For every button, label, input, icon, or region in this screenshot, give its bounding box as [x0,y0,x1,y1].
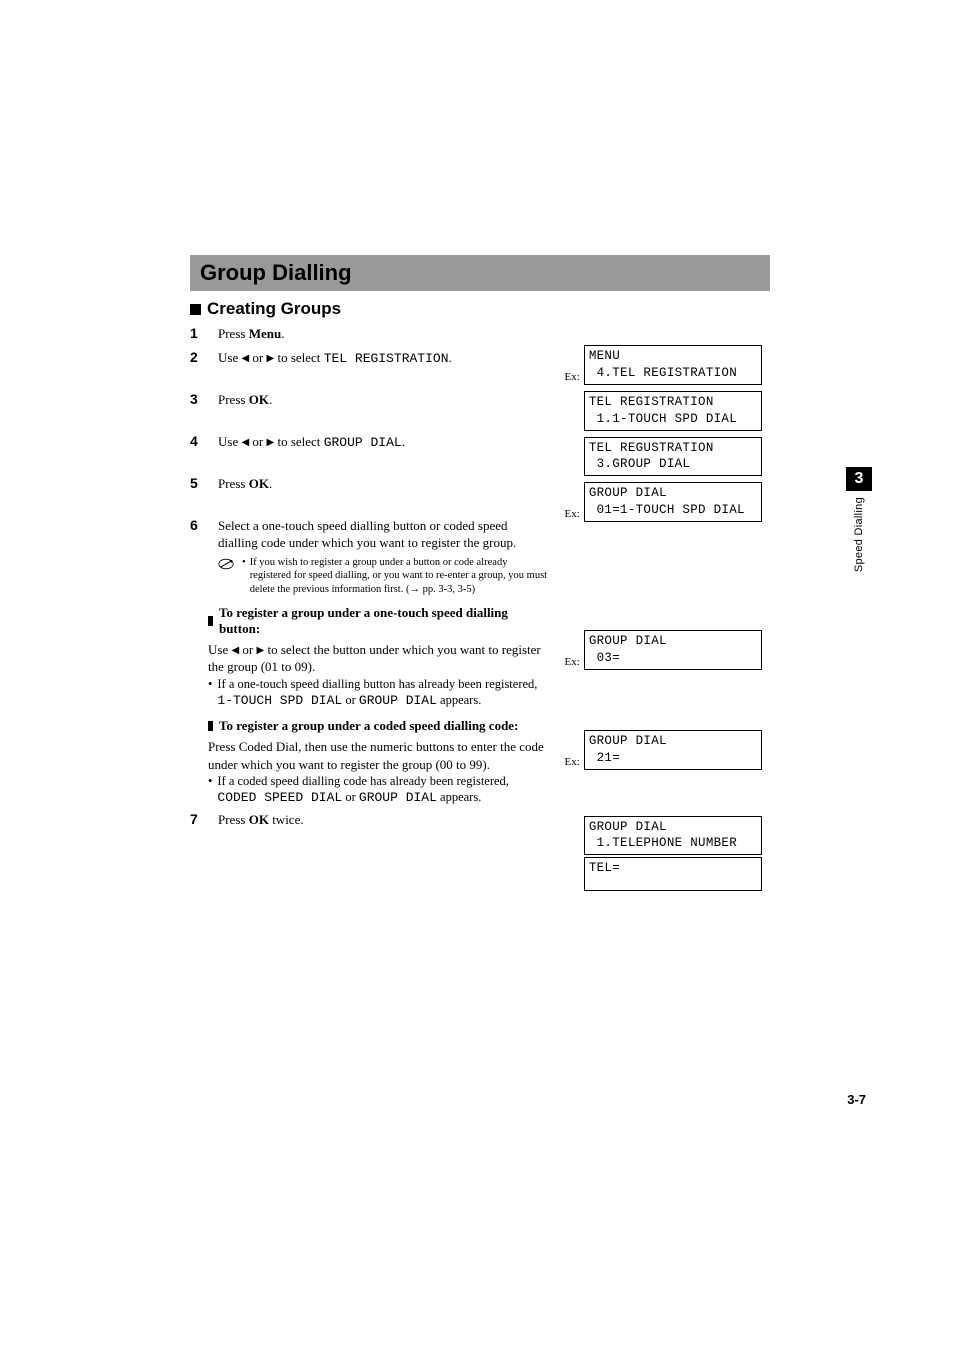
step-body: Press OK twice. [218,811,550,829]
page-number: 3-7 [847,1092,866,1107]
display-row: TEL REGUSTRATION 3.GROUP DIAL [562,437,762,477]
right-column: Ex: MENU 4.TEL REGISTRATION TEL REGISTRA… [562,325,762,897]
lcd-display: GROUP DIAL 1.TELEPHONE NUMBER [584,816,762,856]
lcd-display: MENU 4.TEL REGISTRATION [584,345,762,385]
lcd-display: GROUP DIAL 03= [584,630,762,670]
left-column: 1 Press Menu. 2 Use ◀ or ▶ to select TEL… [190,325,550,897]
step-1: 1 Press Menu. [190,325,550,343]
subheading-text: Creating Groups [207,299,341,319]
display-row: TEL= [562,857,762,891]
note-text: • If you wish to register a group under … [242,556,550,597]
lcd-display: GROUP DIAL 21= [584,730,762,770]
subsub-one-touch: To register a group under a one-touch sp… [208,605,550,637]
step-number: 2 [190,349,204,368]
note-row: • If you wish to register a group under … [218,556,550,597]
display-row: Ex: GROUP DIAL 03= [562,630,762,670]
sub-one-touch-body: Use ◀ or ▶ to select the button under wh… [208,641,550,710]
step-body: Press OK. [218,391,550,409]
square-bullet-icon [190,304,201,315]
half-block-icon [208,721,213,731]
step-number: 3 [190,391,204,409]
subsub-coded: To register a group under a coded speed … [208,718,550,734]
sub-coded-body: Press Coded Dial, then use the numeric b… [208,738,550,807]
chapter-label: Speed Dialling [853,497,865,572]
sub-bullet: • If a coded speed dialling code has alr… [208,773,550,807]
chapter-number-tab: 3 [846,467,872,491]
half-block-icon [208,616,213,626]
display-row: TEL REGISTRATION 1.1-TOUCH SPD DIAL [562,391,762,431]
step-body: Press OK. [218,475,550,493]
step-body: Use ◀ or ▶ to select TEL REGISTRATION. [218,349,550,368]
step-number: 5 [190,475,204,493]
ex-label: Ex: [562,371,580,385]
lcd-display: TEL REGISTRATION 1.1-TOUCH SPD DIAL [584,391,762,431]
step-body: Select a one-touch speed dialling button… [218,517,550,597]
display-row: GROUP DIAL 1.TELEPHONE NUMBER [562,816,762,856]
lcd-display: TEL REGUSTRATION 3.GROUP DIAL [584,437,762,477]
step-2: 2 Use ◀ or ▶ to select TEL REGISTRATION. [190,349,550,368]
subheading-row: Creating Groups [190,299,770,319]
lcd-display: GROUP DIAL 01=1-TOUCH SPD DIAL [584,482,762,522]
two-column-layout: 1 Press Menu. 2 Use ◀ or ▶ to select TEL… [190,325,770,897]
step-body: Press Menu. [218,325,550,343]
step-7: 7 Press OK twice. [190,811,550,829]
note-icon [218,558,234,570]
lcd-display: TEL= [584,857,762,891]
step-4: 4 Use ◀ or ▶ to select GROUP DIAL. [190,433,550,452]
page-content: Group Dialling Creating Groups 1 Press M… [190,255,770,897]
step-3: 3 Press OK. [190,391,550,409]
ex-label: Ex: [562,508,580,522]
step-number: 1 [190,325,204,343]
step-number: 4 [190,433,204,452]
step-number: 7 [190,811,204,829]
step-5: 5 Press OK. [190,475,550,493]
step-number: 6 [190,517,204,597]
display-row: Ex: GROUP DIAL 01=1-TOUCH SPD DIAL [562,482,762,522]
section-title-bar: Group Dialling [190,255,770,291]
sub-bullet: • If a one-touch speed dialling button h… [208,676,550,710]
step-6: 6 Select a one-touch speed dialling butt… [190,517,550,597]
ex-label: Ex: [562,756,580,770]
ex-label: Ex: [562,656,580,670]
step-body: Use ◀ or ▶ to select GROUP DIAL. [218,433,550,452]
side-tab: 3 Speed Dialling [846,467,872,572]
display-row: Ex: GROUP DIAL 21= [562,730,762,770]
section-title: Group Dialling [200,260,352,285]
display-row: Ex: MENU 4.TEL REGISTRATION [562,345,762,385]
